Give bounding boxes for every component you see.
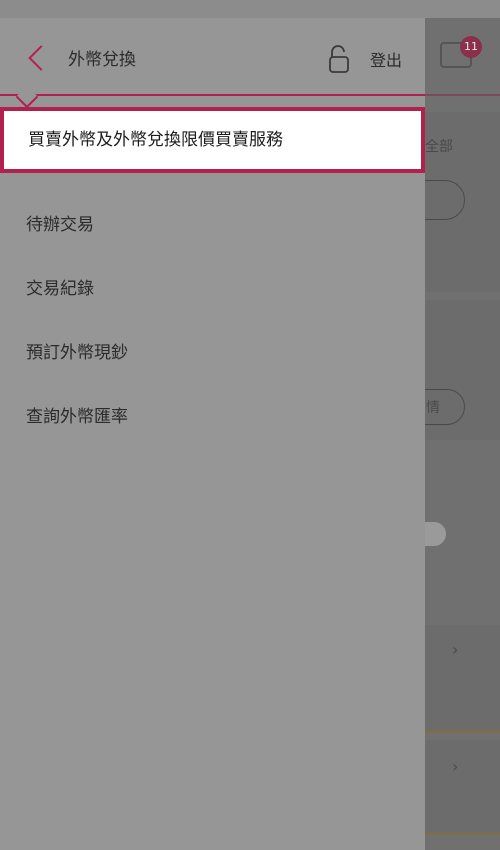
header-divider bbox=[0, 94, 425, 96]
background-card-stripe bbox=[425, 730, 500, 733]
background-card bbox=[425, 740, 500, 832]
unlock-icon[interactable] bbox=[326, 44, 352, 74]
side-drawer: 外幣兌換 登出 買賣外幣及外幣兌換限價買賣服務 待辦交易 交易紀錄 預訂外幣現鈔… bbox=[0, 18, 425, 850]
menu-item-exchange-rates[interactable]: 查詢外幣匯率 bbox=[0, 385, 425, 449]
drawer-header: 外幣兌換 登出 bbox=[0, 18, 425, 94]
menu-item-exchange-service[interactable]: 買賣外幣及外幣兌換限價買賣服務 bbox=[0, 107, 425, 173]
detail-pill-label: 情 bbox=[426, 400, 440, 416]
show-all-link[interactable]: 全部 bbox=[425, 136, 453, 156]
back-chevron-icon[interactable] bbox=[28, 45, 54, 71]
chevron-right-icon[interactable]: › bbox=[452, 757, 458, 776]
chevron-right-icon[interactable]: › bbox=[452, 640, 458, 659]
menu-item-transaction-history[interactable]: 交易紀錄 bbox=[0, 257, 425, 321]
menu-item-reserve-foreign-cash[interactable]: 預訂外幣現鈔 bbox=[0, 321, 425, 385]
mail-badge: 11 bbox=[460, 36, 482, 58]
logout-button[interactable]: 登出 bbox=[370, 47, 402, 71]
background-header-line bbox=[425, 94, 500, 96]
page-title: 外幣兌換 bbox=[68, 50, 136, 70]
status-bar-band bbox=[0, 0, 500, 18]
background-card-stripe bbox=[425, 832, 500, 835]
background-card bbox=[425, 625, 500, 730]
menu-item-pending-transactions[interactable]: 待辦交易 bbox=[0, 193, 425, 257]
